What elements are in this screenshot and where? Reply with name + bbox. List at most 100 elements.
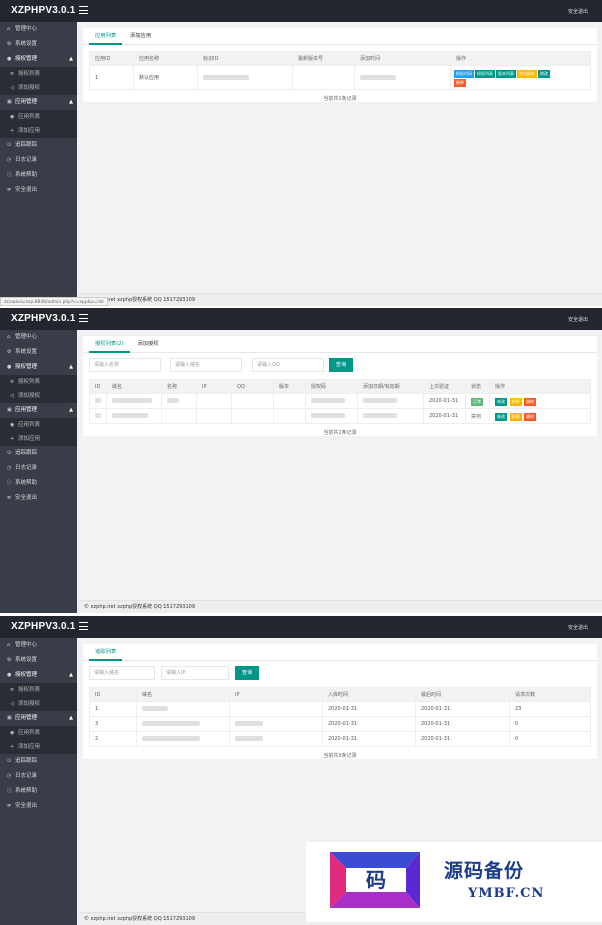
- version-list-button[interactable]: 版本列表: [496, 69, 516, 78]
- nav-add-app[interactable]: + 添加应用: [0, 740, 77, 754]
- nav-add-auth[interactable]: ◁ 添加授权: [0, 81, 77, 95]
- hamburger-menu-icon[interactable]: [79, 622, 88, 630]
- nav-label: 授权列表: [18, 71, 41, 77]
- clock-icon: ◷: [7, 157, 12, 163]
- record-count: 当前共3条记录: [323, 753, 357, 759]
- nav-dashboard[interactable]: ⌂ 管理中心: [0, 22, 77, 37]
- nav-settings[interactable]: ⚙ 系统设置: [0, 37, 77, 52]
- nav-add-auth[interactable]: ◁ 添加授权: [0, 389, 77, 403]
- top-logout-link[interactable]: 安全退出: [568, 316, 588, 323]
- suspend-button[interactable]: 封停: [509, 412, 522, 421]
- nav-add-auth[interactable]: ◁ 添加授权: [0, 697, 77, 711]
- tab-app-list[interactable]: 应用列表: [89, 28, 123, 45]
- table-row: 2 2020-01-31 2020-01-31 0: [89, 731, 591, 747]
- nav-auth-mgmt[interactable]: ● 授权管理 ▲: [0, 52, 77, 67]
- nav-logs[interactable]: ◷ 日志记录: [0, 769, 77, 784]
- delete-button[interactable]: 删除: [524, 412, 537, 421]
- nav-settings[interactable]: ⚙ 系统设置: [0, 653, 77, 668]
- col-header: 状态: [465, 379, 490, 394]
- cell-blurred: [161, 393, 197, 409]
- watermark-logo-icon: 码: [330, 852, 420, 908]
- col-header: 添加日期/有效期: [357, 379, 424, 394]
- nav-app-mgmt[interactable]: ▣ 应用管理 ▲: [0, 711, 77, 726]
- edit-button[interactable]: 修改: [538, 69, 550, 78]
- top-logout-link[interactable]: 安全退出: [568, 8, 588, 15]
- ip-search-input[interactable]: 请输入IP: [161, 666, 229, 680]
- cell-last-time: 2020-01-31: [415, 731, 510, 747]
- nav-logout[interactable]: ≣ 安全退出: [0, 183, 77, 198]
- nav-logs[interactable]: ◷ 日志记录: [0, 461, 77, 476]
- nav-help[interactable]: ⓘ 系统帮助: [0, 168, 77, 183]
- add-version-button[interactable]: 添加版本: [517, 69, 537, 78]
- nav-add-app[interactable]: + 添加应用: [0, 432, 77, 446]
- delete-button[interactable]: 删除: [454, 78, 466, 87]
- nav-tracking[interactable]: ⊙ 追踪跟踪: [0, 138, 77, 153]
- nav-auth-mgmt[interactable]: ● 授权管理 ▲: [0, 360, 77, 375]
- name-search-input[interactable]: 请输入名称: [89, 358, 161, 372]
- domain-search-input[interactable]: 请输入域名: [89, 666, 155, 680]
- nav-app-mgmt[interactable]: ▣ 应用管理 ▲: [0, 95, 77, 110]
- hamburger-menu-icon[interactable]: [79, 314, 88, 322]
- auth-list-button[interactable]: 授权列表: [475, 69, 495, 78]
- auth-code-button[interactable]: 授权代码: [454, 69, 474, 78]
- col-header: 操作: [489, 379, 591, 394]
- chevron-up-icon: ▲: [69, 672, 73, 678]
- top-logout-link[interactable]: 安全退出: [568, 624, 588, 631]
- box-icon: ▣: [7, 99, 12, 105]
- main-content: 授权列表(2) 添加授权 请输入名称 请输入域名 请输入QQ 查询 ID 域名 …: [78, 330, 602, 613]
- cell-last-time: 2020-01-31: [415, 716, 510, 732]
- nav-logout[interactable]: ≣ 安全退出: [0, 799, 77, 814]
- search-button[interactable]: 查询: [235, 666, 259, 680]
- nav-logs[interactable]: ◷ 日志记录: [0, 153, 77, 168]
- nav-logout[interactable]: ≣ 安全退出: [0, 491, 77, 506]
- nav-label: 系统帮助: [15, 172, 38, 178]
- nav-settings[interactable]: ⚙ 系统设置: [0, 345, 77, 360]
- main-content: 应用列表 添加应用 应用ID 应用名称 标识ID 最新版本号 添加时间 操作 1: [78, 22, 602, 306]
- tab-add-auth[interactable]: 添加授权: [131, 336, 164, 353]
- domain-search-input[interactable]: 请输入域名: [170, 358, 242, 372]
- tab-add-app[interactable]: 添加应用: [124, 28, 157, 45]
- top-bar: XZPHPV3.0.1 安全退出: [0, 308, 602, 330]
- top-bar: XZPHPV3.0.1 安全退出: [0, 616, 602, 638]
- home-icon: ⌂: [7, 642, 11, 648]
- gear-icon: ⚙: [7, 41, 12, 47]
- app-logo[interactable]: XZPHPV3.0.1: [11, 621, 75, 632]
- nav-auth-list[interactable]: ≡ 授权列表: [0, 683, 77, 697]
- nav-help[interactable]: ⓘ 系统帮助: [0, 784, 77, 799]
- nav-app-list[interactable]: ◉ 应用列表: [0, 110, 77, 124]
- col-header: 域名: [136, 687, 230, 702]
- nav-label: 管理中心: [15, 642, 38, 648]
- cell-blurred: [231, 408, 274, 424]
- qq-search-input[interactable]: 请输入QQ: [252, 358, 324, 372]
- auth-table: ID 域名 名称 IP QQ 版本 授权码 添加日期/有效期 上次验证 状态 操…: [89, 379, 591, 424]
- search-button[interactable]: 查询: [329, 358, 353, 372]
- nav-tracking[interactable]: ⊙ 追踪跟踪: [0, 754, 77, 769]
- app-logo[interactable]: XZPHPV3.0.1: [11, 313, 75, 324]
- nav-app-list[interactable]: ◉ 应用列表: [0, 418, 77, 432]
- app-logo[interactable]: XZPHPV3.0.1: [11, 5, 75, 16]
- nav-label: 授权列表: [18, 687, 41, 693]
- edit-button[interactable]: 修改: [495, 412, 507, 421]
- nav-app-mgmt[interactable]: ▣ 应用管理 ▲: [0, 403, 77, 418]
- cell-blurred: [89, 393, 107, 409]
- nav-auth-mgmt[interactable]: ● 授权管理 ▲: [0, 668, 77, 683]
- hamburger-menu-icon[interactable]: [79, 6, 88, 14]
- nav-app-list[interactable]: ◉ 应用列表: [0, 726, 77, 740]
- nav-auth-list[interactable]: ≡ 授权列表: [0, 375, 77, 389]
- cell-blurred: [354, 65, 451, 90]
- nav-tracking[interactable]: ⊙ 追踪跟踪: [0, 446, 77, 461]
- tab-tracking-list[interactable]: 追踪列表: [89, 644, 123, 661]
- cell-id: 1: [89, 701, 137, 717]
- suspend-button[interactable]: 封停: [509, 397, 522, 406]
- cell-last-verify: 2020-01-31: [423, 408, 466, 424]
- record-count: 当前共1条记录: [323, 96, 357, 102]
- nav-auth-list[interactable]: ≡ 授权列表: [0, 67, 77, 81]
- nav-help[interactable]: ⓘ 系统帮助: [0, 476, 77, 491]
- delete-button[interactable]: 删除: [524, 397, 537, 406]
- edit-button[interactable]: 修改: [495, 397, 507, 406]
- nav-dashboard[interactable]: ⌂ 管理中心: [0, 330, 77, 345]
- send-icon: ◁: [10, 85, 14, 91]
- nav-dashboard[interactable]: ⌂ 管理中心: [0, 638, 77, 653]
- nav-add-app[interactable]: + 添加应用: [0, 124, 77, 138]
- tab-auth-list[interactable]: 授权列表(2): [89, 336, 130, 353]
